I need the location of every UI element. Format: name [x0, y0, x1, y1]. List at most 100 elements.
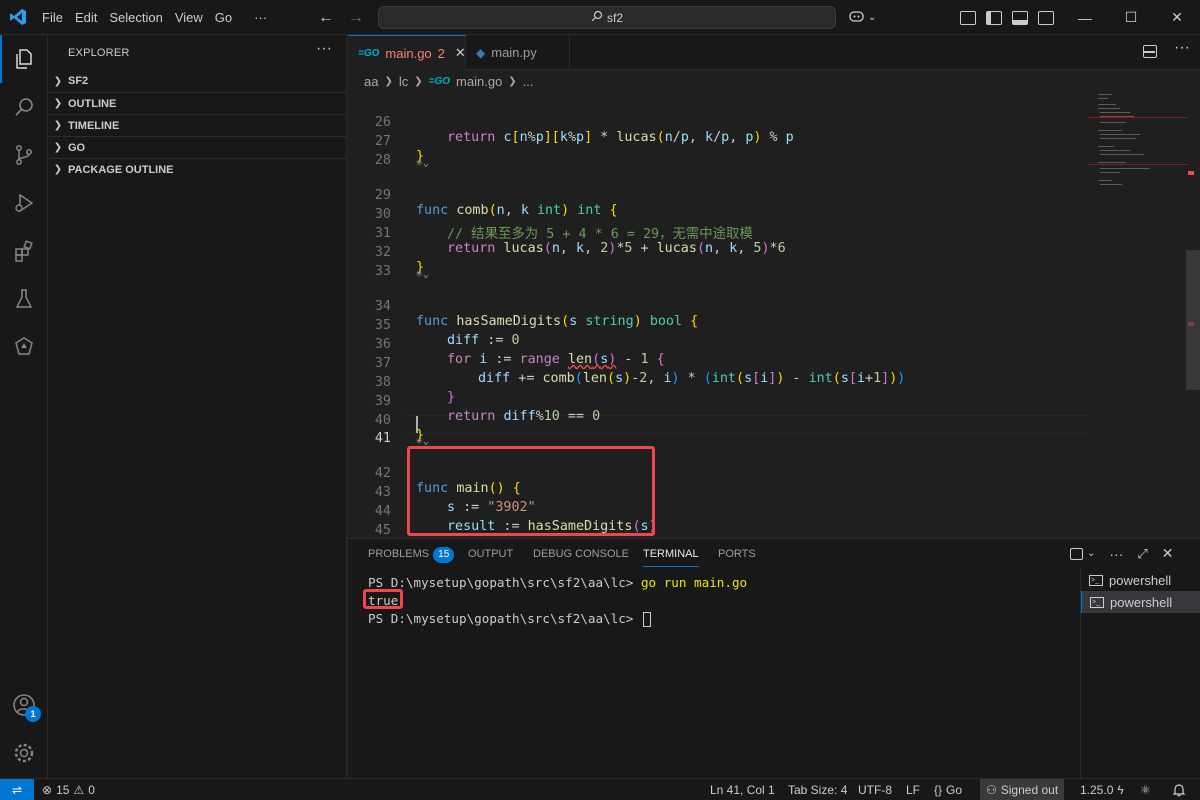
panel-tab-output[interactable]: OUTPUT [468, 545, 513, 567]
breadcrumb-item[interactable]: ... [523, 74, 534, 89]
sidebar-section-outline[interactable]: ❯ OUTLINE [48, 92, 347, 114]
sidebar-section-package-outline[interactable]: ❯ PACKAGE OUTLINE [48, 158, 347, 180]
account-label: Signed out [1000, 783, 1059, 797]
command-center-search[interactable]: sf2 [378, 6, 836, 29]
breadcrumb-item[interactable]: lc [399, 74, 408, 89]
breadcrumb-item[interactable]: aa [364, 74, 378, 89]
minimize-icon[interactable]: — [1062, 0, 1108, 35]
breadcrumb-item[interactable]: main.go [456, 74, 502, 89]
toggle-panel-icon[interactable] [1012, 10, 1028, 25]
terminal-list-item-active[interactable]: >_ powershell [1081, 591, 1200, 613]
close-icon[interactable]: ✕ [1154, 0, 1200, 35]
problems-status[interactable]: ⊗ 15 ⚠ 0 [42, 779, 95, 800]
copilot-status-icon[interactable]: ⚛ [1140, 779, 1151, 800]
menu-edit[interactable]: Edit [69, 0, 103, 35]
testing-flask-icon[interactable] [0, 275, 48, 323]
account-icon[interactable] [0, 681, 48, 729]
menu-selection[interactable]: Selection [103, 0, 168, 35]
sidebar-more-actions-icon[interactable]: ··· [316, 40, 332, 58]
tab-size[interactable]: Tab Size: 4 [788, 779, 847, 800]
back-arrow-icon[interactable]: ← [318, 9, 334, 27]
terminal-output[interactable]: PS D:\mysetup\gopath\src\sf2\aa\lc> go r… [363, 575, 1068, 775]
terminal-list: >_ powershell >_ powershell [1080, 569, 1200, 779]
code-line: 27 } [348, 119, 1088, 164]
encoding[interactable]: UTF-8 [858, 779, 892, 800]
line-number: 33 [374, 264, 391, 279]
panel-tab-debug-console[interactable]: DEBUG CONSOLE [533, 545, 629, 567]
chevron-right-icon: ❯ [508, 75, 517, 87]
codelens-icon[interactable]: ⚛⌄ [416, 156, 429, 169]
sidebar-section-timeline[interactable]: ❯ TIMELINE [48, 114, 347, 136]
menu-go[interactable]: Go [209, 0, 238, 35]
panel-tab-ports[interactable]: PORTS [718, 545, 756, 567]
cursor-position[interactable]: Ln 41, Col 1 [710, 779, 775, 800]
extensions-icon[interactable] [0, 227, 48, 275]
close-panel-icon[interactable]: ✕ [1162, 545, 1174, 562]
split-editor-icon[interactable] [1143, 45, 1157, 58]
editor-scrollbar[interactable] [1186, 250, 1200, 390]
chevron-down-icon[interactable]: ⌄ [1087, 548, 1095, 559]
error-icon: ⊗ [42, 783, 53, 797]
tab-problem-count: 2 [437, 45, 445, 61]
forward-arrow-icon[interactable]: → [348, 9, 364, 27]
copilot-button[interactable]: ⌄ [848, 6, 876, 29]
chevron-right-icon: ❯ [53, 164, 63, 175]
code-editor[interactable]: 26 return c[n%p][k%p] * lucas(n/p, k/p, … [348, 92, 1200, 538]
warning-icon: ⚠ [73, 783, 85, 797]
toggle-primary-sidebar-icon[interactable] [986, 10, 1002, 25]
menu-file[interactable]: File [36, 0, 69, 35]
section-label: GO [68, 141, 86, 154]
explorer-icon[interactable] [0, 35, 48, 83]
run-debug-icon[interactable] [0, 179, 48, 227]
close-tab-icon[interactable]: ✕ [455, 45, 466, 61]
code-line: 38 } [348, 360, 1088, 405]
code-line: 29 func comb(n, k int) int { [348, 173, 1088, 218]
search-icon[interactable] [0, 83, 48, 131]
signed-out-status[interactable]: ⚇ Signed out [980, 779, 1065, 800]
code-line: 36 for i := range len(s) - 1 { [348, 322, 1088, 367]
terminal-name: powershell [1110, 594, 1173, 610]
chevron-right-icon: ❯ [414, 75, 423, 87]
sidebar-section-go[interactable]: ❯ GO [48, 136, 347, 158]
codelens-icon[interactable]: ⚛⌄ [416, 267, 429, 280]
more-actions-icon[interactable]: ··· [1174, 39, 1190, 57]
terminal-list-item[interactable]: >_ powershell [1081, 569, 1200, 591]
code-line: 35 diff := 0 [348, 303, 1088, 348]
status-bar: ⇌ ⊗ 15 ⚠ 0 Ln 41, Col 1 Tab Size: 4 UTF-… [0, 778, 1200, 800]
search-icon [591, 10, 603, 25]
line-number: 45 [374, 523, 391, 538]
menu-view[interactable]: View [169, 0, 209, 35]
menu-more[interactable]: ··· [248, 0, 273, 35]
notifications-bell-icon[interactable] [1172, 779, 1186, 800]
go-version-label: 1.25.0 [1080, 783, 1114, 797]
go-version[interactable]: 1.25.0 ϟ [1080, 779, 1124, 800]
title-bar: File Edit Selection View Go ··· ← → sf2 … [0, 0, 1200, 35]
settings-gear-icon[interactable] [0, 729, 48, 777]
customize-layout-icon[interactable] [960, 10, 976, 25]
chevron-down-icon: ⌄ [868, 12, 877, 23]
code-line: 26 return c[n%p][k%p] * lucas(n/p, k/p, … [348, 100, 1088, 145]
maximize-panel-icon[interactable]: ⤢ [1137, 546, 1147, 562]
tab-main-py[interactable]: ◆ main.py [466, 35, 570, 70]
panel-tab-problems[interactable]: PROBLEMS 15 [368, 545, 455, 567]
eol[interactable]: LF [906, 779, 920, 800]
toggle-secondary-sidebar-icon[interactable] [1038, 10, 1054, 25]
section-label: PACKAGE OUTLINE [68, 163, 174, 176]
source-control-icon[interactable] [0, 131, 48, 179]
code-line: 31 return lucas(n, k, 2)*5 + lucas(n, k,… [348, 211, 1088, 256]
terminal-icon: >_ [1090, 596, 1104, 608]
tab-main-go[interactable]: =GO main.go 2 ✕ [348, 35, 466, 70]
go-extension-icon[interactable] [0, 323, 48, 371]
code-line: 34 func hasSameDigits(s string) bool { [348, 284, 1088, 329]
editor-tab-bar: =GO main.go 2 ✕ ◆ main.py ··· [348, 35, 1200, 70]
language-mode[interactable]: {} Go [934, 779, 962, 800]
remote-indicator-icon[interactable]: ⇌ [0, 779, 34, 800]
terminal-cursor [642, 612, 651, 627]
more-actions-icon[interactable]: ··· [1109, 546, 1123, 562]
maximize-icon[interactable]: ☐ [1108, 0, 1154, 35]
split-terminal-icon[interactable] [1070, 547, 1083, 560]
panel-tab-terminal[interactable]: TERMINAL [643, 545, 699, 567]
sidebar-section-sf2[interactable]: ❯ SF2 [48, 70, 347, 92]
minimap[interactable] [1088, 92, 1188, 538]
section-label: TIMELINE [68, 119, 120, 132]
